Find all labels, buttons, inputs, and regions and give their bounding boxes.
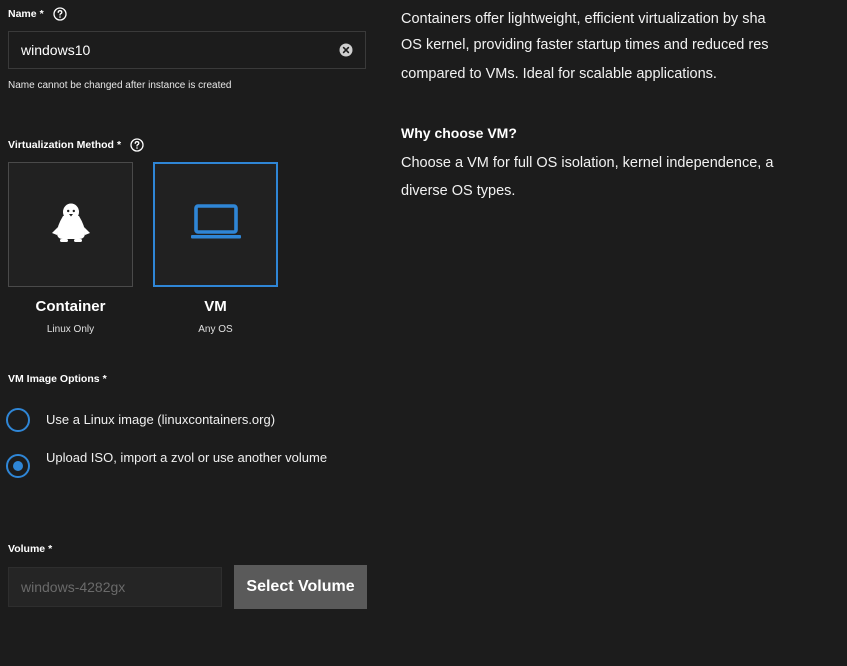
linux-penguin-icon [49, 200, 93, 249]
info-vm-line-2: diverse OS types. [401, 183, 516, 199]
radio-upload-iso-label[interactable]: Upload ISO, import a zvol or use another… [46, 450, 336, 466]
volume-input: windows-4282gx [8, 567, 222, 607]
volume-required-mark: * [48, 543, 53, 555]
radio-button[interactable] [6, 408, 30, 432]
image-options-required-mark: * [102, 373, 107, 385]
why-choose-vm-heading: Why choose VM? [401, 125, 517, 141]
radio-button-checked[interactable] [6, 454, 30, 478]
virtualization-label: Virtualization Method [8, 139, 114, 151]
container-option-tile[interactable] [8, 162, 133, 287]
name-label-row: Name * [8, 7, 67, 21]
radio-linux-image[interactable]: Use a Linux image (linuxcontainers.org) [6, 408, 336, 432]
vm-option-tile[interactable] [153, 162, 278, 287]
info-containers-line-3: compared to VMs. Ideal for scalable appl… [401, 66, 717, 82]
info-containers-line-1: Containers offer lightweight, efficient … [401, 11, 766, 27]
clear-icon[interactable] [339, 43, 353, 57]
info-vm-line-1: Choose a VM for full OS isolation, kerne… [401, 155, 774, 171]
radio-upload-iso[interactable]: Upload ISO, import a zvol or use another… [6, 450, 336, 478]
radio-linux-image-label[interactable]: Use a Linux image (linuxcontainers.org) [46, 412, 336, 428]
volume-label-row: Volume * [8, 543, 52, 555]
container-option-subtitle: Linux Only [46, 324, 95, 335]
select-volume-button[interactable]: Select Volume [234, 565, 367, 609]
volume-label: Volume [8, 543, 46, 555]
help-icon[interactable] [53, 7, 67, 21]
virtualization-required-mark: * [116, 139, 122, 151]
name-required-mark: * [39, 8, 44, 20]
image-options-label: VM Image Options [8, 373, 100, 385]
virtualization-label-row: Virtualization Method * [8, 138, 144, 152]
laptop-icon [190, 204, 242, 245]
container-option-title: Container [35, 298, 106, 315]
name-input-value[interactable]: windows10 [21, 42, 339, 58]
name-input[interactable]: windows10 [8, 31, 366, 69]
instance-form-page: Name * windows10 Name cannot be changed … [0, 0, 847, 666]
name-label: Name [8, 8, 37, 20]
image-options-label-row: VM Image Options * [8, 373, 107, 385]
name-hint: Name cannot be changed after instance is… [8, 80, 232, 91]
vm-option-subtitle: Any OS [198, 324, 233, 335]
info-containers-line-2: OS kernel, providing faster startup time… [401, 37, 769, 53]
vm-option-title: VM [204, 298, 227, 315]
help-icon[interactable] [130, 138, 144, 152]
volume-input-value: windows-4282gx [21, 579, 126, 595]
